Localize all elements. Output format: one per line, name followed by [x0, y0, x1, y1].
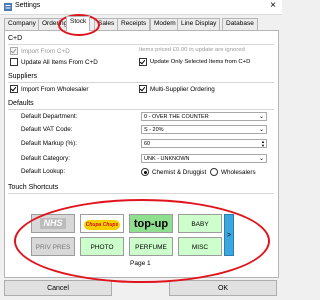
update-selected-items-checkbox[interactable]: Update Only Selected Items from C+D [139, 58, 250, 66]
department-label: Default Department: [21, 113, 78, 120]
nhs-logo: NHS [40, 218, 66, 229]
update-all-items-checkbox[interactable]: Update All Items From C+D [10, 58, 98, 66]
vat-select[interactable]: S - 20% ⌄ [141, 125, 267, 134]
shortcuts-group-title: Touch Shortcuts [8, 184, 59, 191]
multi-supplier-ordering-label: Multi-Supplier Ordering [150, 85, 215, 93]
checkbox-box [139, 85, 147, 93]
lookup-chemist-radio[interactable]: Chemist & Druggist [141, 168, 206, 176]
shortcut-chupa-chups[interactable]: Chupa Chups [80, 214, 124, 233]
shortcut-photo[interactable]: PHOTO [80, 237, 124, 256]
divider [8, 44, 274, 45]
markup-value: 60 [144, 141, 151, 147]
vat-label: Default VAT Code: [21, 126, 73, 133]
shortcut-baby[interactable]: BABY [178, 214, 222, 233]
department-select[interactable]: 0 - OVER THE COUNTER ⌄ [141, 112, 267, 121]
tab-strip: Company Ordering Stock Sales Receipts Mo… [4, 16, 278, 31]
chevron-down-icon: ⌄ [258, 156, 264, 162]
shortcut-misc[interactable]: MISC [178, 237, 222, 256]
lookup-chemist-label: Chemist & Druggist [152, 168, 207, 176]
divider [8, 193, 274, 194]
tab-stock[interactable]: Stock [66, 16, 91, 31]
import-from-cd-checkbox[interactable]: Import From C+D [10, 47, 70, 55]
import-from-wholesaler-checkbox[interactable]: Import From Wholesaler [10, 85, 89, 93]
shortcut-top-up[interactable]: top-up [129, 214, 173, 233]
ok-button[interactable]: OK [169, 280, 277, 296]
items-priced-note: Items priced £0.00 in update are ignored [139, 47, 245, 53]
window-title: Settings [15, 2, 41, 9]
checkbox-box [139, 58, 147, 66]
suppliers-group-title: Suppliers [8, 73, 38, 80]
checkbox-box [10, 85, 18, 93]
next-page-button[interactable]: > [224, 214, 234, 256]
markup-spinner[interactable]: 60 ▲ ▼ [141, 139, 267, 148]
top-up-logo: top-up [133, 218, 169, 230]
category-label: Default Category: [21, 155, 71, 162]
title-bar: Settings × [0, 0, 282, 15]
page-label: Page 1 [130, 260, 151, 267]
markup-label: Default Markup (%): [21, 140, 77, 147]
tab-line-display[interactable]: Line Display [177, 18, 221, 30]
cancel-button[interactable]: Cancel [4, 280, 112, 296]
tab-sales[interactable]: Sales [94, 18, 119, 30]
category-select[interactable]: UNK - UNKNOWN ⌄ [141, 154, 267, 163]
lookup-wholesalers-label: Wholesalers [221, 168, 256, 176]
settings-app-icon [4, 3, 12, 11]
update-all-items-label: Update All Items From C+D [21, 58, 98, 66]
chevron-down-icon: ⌄ [258, 127, 264, 133]
shortcut-priv-pres[interactable]: PRIV PRES [31, 237, 75, 256]
close-icon[interactable]: × [270, 0, 276, 11]
checkbox-box [10, 58, 18, 66]
tab-receipts[interactable]: Receipts [117, 18, 151, 30]
category-value: UNK - UNKNOWN [144, 156, 190, 162]
cd-group-title: C+D [8, 35, 23, 42]
divider [8, 109, 274, 110]
department-value: 0 - OVER THE COUNTER [144, 114, 209, 120]
import-from-wholesaler-label: Import From Wholesaler [21, 85, 89, 93]
chupa-chups-logo: Chupa Chups [83, 220, 121, 230]
lookup-label: Default Lookup: [21, 168, 66, 175]
defaults-group-title: Defaults [8, 100, 34, 107]
import-from-cd-label: Import From C+D [21, 47, 70, 55]
checkbox-box [10, 47, 18, 55]
shortcut-perfume[interactable]: PERFUME [129, 237, 173, 256]
vat-value: S - 20% [144, 127, 164, 133]
tab-company[interactable]: Company [4, 18, 40, 30]
lookup-wholesalers-radio[interactable]: Wholesalers [210, 168, 256, 176]
radio-dot [141, 168, 149, 176]
divider [8, 82, 274, 83]
spinner-arrows-icon[interactable]: ▲ ▼ [261, 140, 265, 147]
radio-dot [210, 168, 218, 176]
shortcut-nhs[interactable]: NHS [31, 214, 75, 233]
shortcut-grid: NHS Chupa Chups top-up BABY PRIV PRES PH… [18, 206, 255, 276]
tab-database[interactable]: Database [222, 18, 258, 30]
tab-modem[interactable]: Modem [150, 18, 180, 30]
multi-supplier-ordering-checkbox[interactable]: Multi-Supplier Ordering [139, 85, 215, 93]
chevron-down-icon: ⌄ [258, 114, 264, 120]
update-selected-items-label: Update Only Selected Items from C+D [150, 59, 251, 65]
